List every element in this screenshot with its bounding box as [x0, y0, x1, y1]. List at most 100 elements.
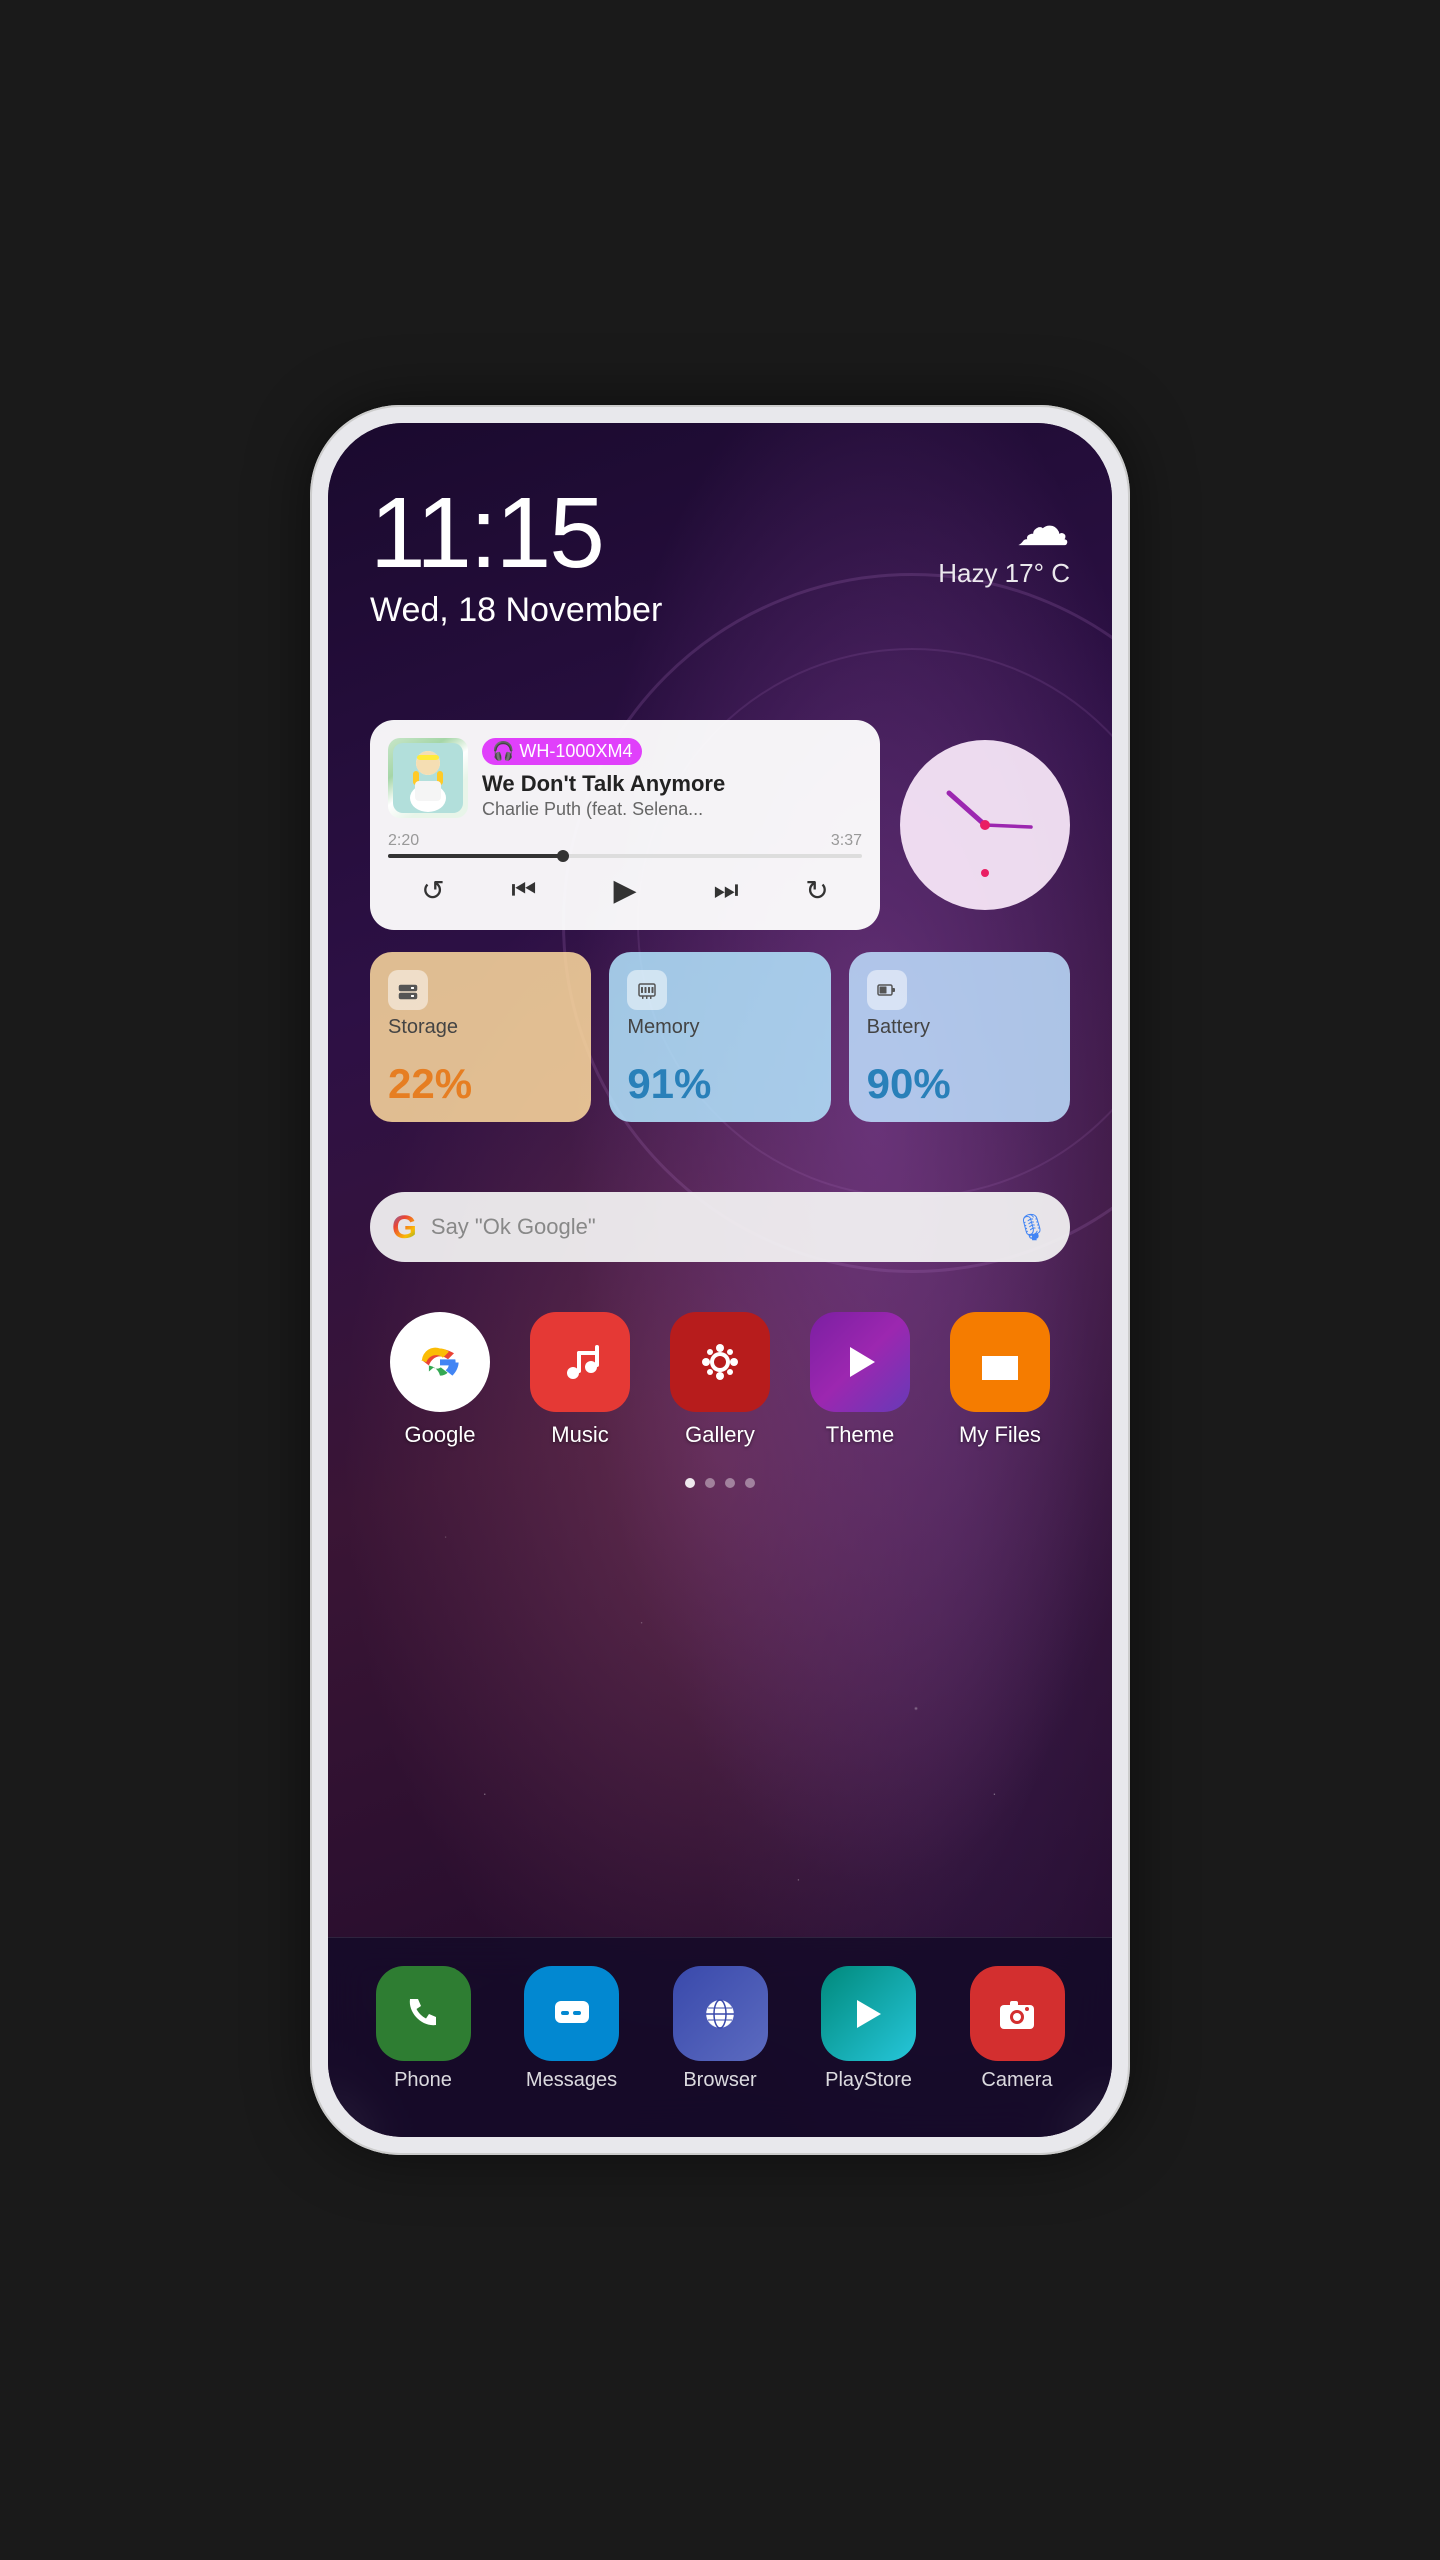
- play-button[interactable]: ▶: [603, 868, 647, 912]
- phone-screen: 11:15 Wed, 18 November ☁ Hazy 17° C: [328, 423, 1112, 2137]
- battery-icon-box: [867, 970, 907, 1010]
- dock: Phone Messages: [328, 1937, 1112, 2137]
- gallery-label: Gallery: [685, 1422, 755, 1448]
- music-icon-svg: [555, 1337, 605, 1387]
- app-gallery[interactable]: Gallery: [660, 1312, 780, 1448]
- memory-value: 91%: [627, 1060, 812, 1108]
- google-search-bar[interactable]: G Say "Ok Google" 🎙: [370, 1192, 1070, 1262]
- page-dot-3[interactable]: [725, 1478, 735, 1488]
- badge-text: WH-1000XM4: [519, 741, 632, 762]
- battery-value: 90%: [867, 1060, 1052, 1108]
- browser-icon-svg: [697, 1991, 743, 2037]
- dock-phone[interactable]: Phone: [368, 1966, 478, 2092]
- progress-times: 2:20 3:37: [388, 832, 862, 850]
- dock-playstore[interactable]: PlayStore: [814, 1966, 924, 2092]
- browser-app-icon: [673, 1966, 768, 2061]
- battery-widget: Battery 90%: [849, 952, 1070, 1122]
- headphone-icon: 🎧: [492, 741, 514, 762]
- app-myfiles[interactable]: My Files: [940, 1312, 1060, 1448]
- app-google[interactable]: Google: [380, 1312, 500, 1448]
- google-label: Google: [405, 1422, 476, 1448]
- memory-header: Memory: [627, 970, 812, 1039]
- music-controls: ↺ ⏮ ▶ ⏭ ↻: [388, 868, 862, 912]
- gallery-icon: [670, 1312, 770, 1412]
- memory-widget: Memory 91%: [609, 952, 830, 1122]
- playstore-dock-label: PlayStore: [825, 2069, 912, 2092]
- clock-date: Wed, 18 November: [370, 591, 662, 630]
- playstore-icon-svg: [846, 1991, 892, 2037]
- storage-value: 22%: [388, 1060, 573, 1108]
- phone-body: 11:15 Wed, 18 November ☁ Hazy 17° C: [310, 405, 1130, 2155]
- clock-weather-section: 11:15 Wed, 18 November ☁ Hazy 17° C: [370, 483, 1070, 630]
- storage-header: Storage: [388, 970, 573, 1039]
- page-dot-1[interactable]: [685, 1478, 695, 1488]
- music-info: 🎧 WH-1000XM4 We Don't Talk Anymore Charl…: [482, 738, 862, 820]
- app-music[interactable]: Music: [520, 1312, 640, 1448]
- memory-label: Memory: [627, 1016, 812, 1039]
- messages-dock-label: Messages: [526, 2069, 617, 2092]
- memory-icon: [636, 979, 658, 1001]
- microphone-icon[interactable]: 🎙: [1015, 1212, 1048, 1243]
- replay-button[interactable]: ↺: [421, 874, 444, 907]
- page-dot-4[interactable]: [745, 1478, 755, 1488]
- dock-camera[interactable]: Camera: [962, 1966, 1072, 2092]
- progress-fill: [388, 854, 563, 858]
- album-art-inner: [388, 738, 468, 818]
- album-art: [388, 738, 468, 818]
- prev-button[interactable]: ⏮: [511, 874, 536, 907]
- search-placeholder: Say "Ok Google": [431, 1214, 1001, 1240]
- progress-track[interactable]: [388, 854, 862, 858]
- music-app-icon: [530, 1312, 630, 1412]
- myfiles-label: My Files: [959, 1422, 1041, 1448]
- next-button[interactable]: ⏭: [714, 874, 739, 907]
- weather-description: Hazy 17° C: [938, 558, 1070, 588]
- browser-dock-label: Browser: [683, 2069, 756, 2092]
- music-widget[interactable]: 🎧 WH-1000XM4 We Don't Talk Anymore Charl…: [370, 720, 880, 930]
- app-grid: Google Music: [370, 1312, 1070, 1448]
- progress-thumb: [557, 850, 569, 862]
- storage-label: Storage: [388, 1016, 573, 1039]
- camera-app-icon: [970, 1966, 1065, 2061]
- google-logo: G: [392, 1209, 417, 1246]
- theme-icon: [810, 1312, 910, 1412]
- google-icon: [390, 1312, 490, 1412]
- messages-icon-svg: [549, 1991, 595, 2037]
- music-title: We Don't Talk Anymore: [482, 771, 862, 797]
- myfiles-icon: [950, 1312, 1050, 1412]
- camera-dock-label: Camera: [981, 2069, 1052, 2092]
- music-label: Music: [551, 1422, 608, 1448]
- clock-widget: [900, 740, 1070, 910]
- dock-messages[interactable]: Messages: [517, 1966, 627, 2092]
- clock-block: 11:15 Wed, 18 November: [370, 483, 662, 630]
- analog-clock-svg: [915, 755, 1055, 895]
- dock-browser[interactable]: Browser: [665, 1966, 775, 2092]
- forward-button[interactable]: ↻: [805, 874, 828, 907]
- music-badge: 🎧 WH-1000XM4: [482, 738, 642, 765]
- theme-icon-svg: [835, 1337, 885, 1387]
- phone-app-icon: [376, 1966, 471, 2061]
- phone-icon-svg: [400, 1991, 446, 2037]
- progress-bar-container[interactable]: 2:20 3:37: [388, 832, 862, 858]
- clock-time: 11:15: [370, 483, 662, 583]
- gallery-icon-svg: [694, 1336, 746, 1388]
- storage-icon: [397, 979, 419, 1001]
- time-total: 3:37: [831, 832, 862, 850]
- battery-label: Battery: [867, 1016, 1052, 1039]
- camera-icon-svg: [994, 1991, 1040, 2037]
- weather-widget[interactable]: ☁ Hazy 17° C: [938, 495, 1070, 589]
- widgets-row1: 🎧 WH-1000XM4 We Don't Talk Anymore Charl…: [370, 720, 1070, 930]
- memory-icon-box: [627, 970, 667, 1010]
- phone-dock-label: Phone: [394, 2069, 452, 2092]
- music-artist: Charlie Puth (feat. Selena...: [482, 799, 862, 820]
- page-dots: [370, 1478, 1070, 1488]
- widgets-row2: Storage 22%: [370, 952, 1070, 1122]
- storage-icon-box: [388, 970, 428, 1010]
- google-logo-svg: [412, 1334, 468, 1390]
- myfiles-icon-svg: [974, 1336, 1026, 1388]
- app-theme[interactable]: Theme: [800, 1312, 920, 1448]
- messages-app-icon: [524, 1966, 619, 2061]
- page-dot-2[interactable]: [705, 1478, 715, 1488]
- battery-icon: [876, 979, 898, 1001]
- playstore-app-icon: [821, 1966, 916, 2061]
- storage-widget: Storage 22%: [370, 952, 591, 1122]
